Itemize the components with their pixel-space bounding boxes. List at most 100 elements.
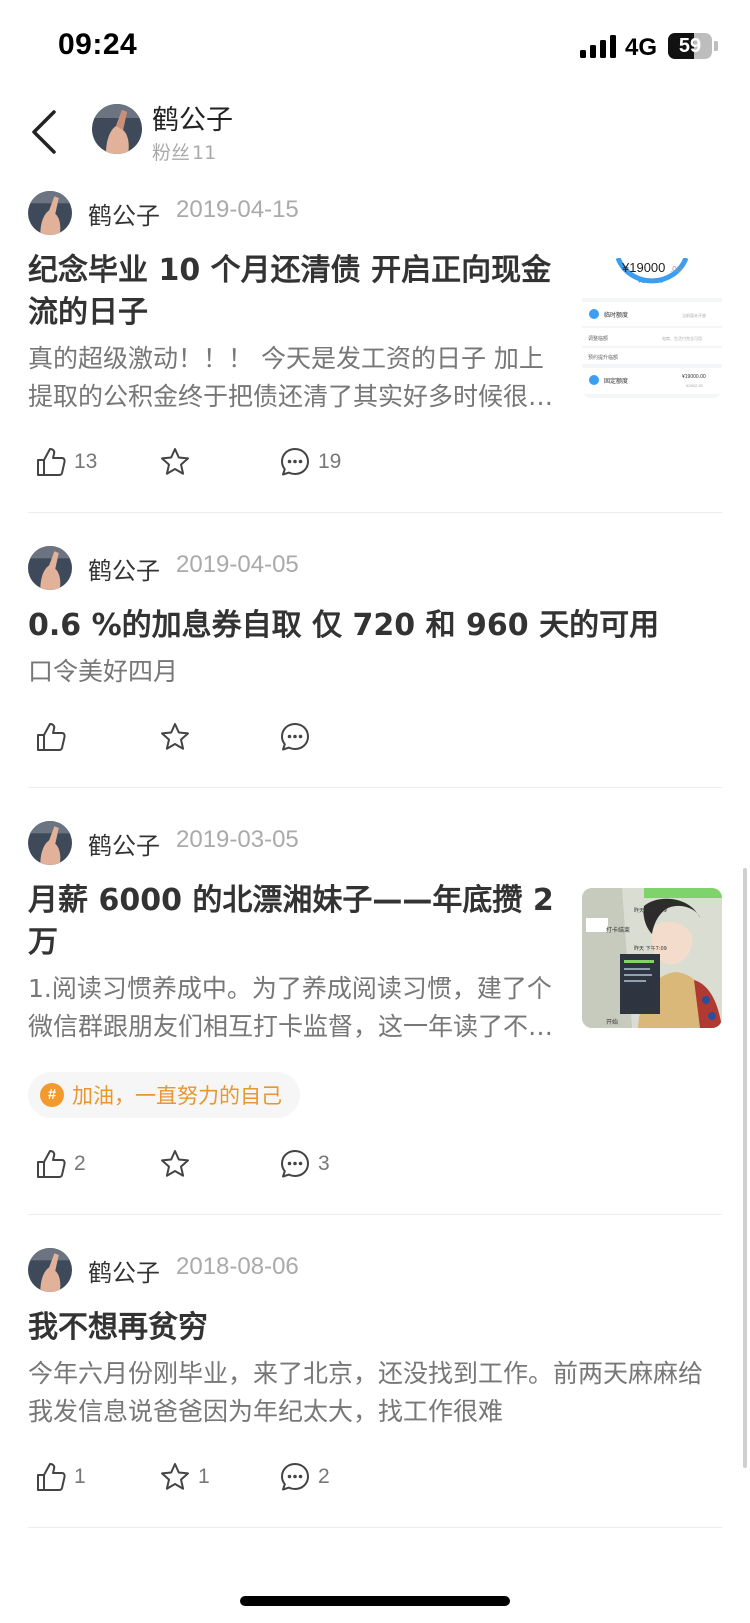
author-avatar[interactable] bbox=[28, 546, 72, 590]
comment-bubble-icon bbox=[281, 1463, 309, 1491]
post-card[interactable]: 鹤公子 2019-04-05 0.6 %的加息券自取 仅 720 和 960 天… bbox=[28, 535, 722, 788]
favorite-button[interactable] bbox=[158, 444, 192, 480]
author-avatar[interactable] bbox=[28, 821, 72, 865]
star-icon bbox=[161, 1150, 189, 1177]
author-name[interactable]: 鹤公子 bbox=[88, 1253, 160, 1288]
post-feed: 鹤公子 2019-04-15 纪念毕业 10 个月还清债 开启正向现金流的日子 … bbox=[0, 180, 750, 1528]
favorite-button[interactable] bbox=[158, 719, 192, 755]
thumb-label-2: 昨天 下午7:09 bbox=[634, 907, 667, 914]
topic-tag[interactable]: # 加油，一直努力的自己 bbox=[28, 1072, 300, 1118]
network-label: 4G bbox=[625, 34, 658, 61]
post-title[interactable]: 0.6 %的加息券自取 仅 720 和 960 天的可用 bbox=[28, 605, 722, 647]
like-button[interactable]: 1 bbox=[34, 1459, 86, 1495]
post-title[interactable]: 纪念毕业 10 个月还清债 开启正向现金流的日子 bbox=[28, 250, 558, 334]
thumb-row-1-right: 当前暂未开放 bbox=[682, 312, 706, 318]
post-header: 鹤公子 2019-04-05 bbox=[28, 535, 722, 605]
star-icon bbox=[161, 723, 189, 750]
comment-count: 3 bbox=[318, 1152, 330, 1175]
thumbs-up-icon bbox=[37, 448, 66, 476]
topic-label: 加油，一直努力的自己 bbox=[72, 1084, 282, 1108]
thumb-amount: ¥19000 bbox=[621, 260, 665, 275]
home-indicator[interactable] bbox=[240, 1596, 510, 1606]
like-button[interactable]: 13 bbox=[34, 444, 97, 480]
thumb-label-3: 昨天 下午7:09 bbox=[634, 945, 667, 952]
post-excerpt[interactable]: 真的超级激动！！！ 今天是发工资的日子 加上提取的公积金终于把债还清了其实好多时… bbox=[28, 340, 558, 416]
post-header: 鹤公子 2019-04-15 bbox=[28, 180, 722, 250]
post-body[interactable]: 月薪 6000 的北漂湘妹子——年底攒 2万 1.阅读习惯养成中。为了养成阅读习… bbox=[28, 880, 722, 1046]
star-icon bbox=[161, 448, 189, 475]
thumbs-up-icon bbox=[37, 1150, 66, 1178]
post-excerpt[interactable]: 口令美好四月 bbox=[28, 653, 722, 691]
thumb-row-4-right: ¥19000.00 bbox=[682, 374, 706, 380]
thumb-label-4: 开始 bbox=[606, 1018, 618, 1026]
post-date: 2019-04-05 bbox=[176, 551, 299, 578]
post-thumbnail[interactable]: 打卡结束 昨天 下午7:09 昨天 下午7:09 开始 bbox=[582, 888, 722, 1028]
thumb-row-4-sub: ¥2802.35 bbox=[686, 383, 703, 388]
signal-icon bbox=[580, 35, 616, 58]
thumbs-up-icon bbox=[37, 1463, 66, 1491]
comment-button[interactable]: 2 bbox=[278, 1459, 330, 1495]
author-name[interactable]: 鹤公子 bbox=[88, 826, 160, 861]
post-card[interactable]: 鹤公子 2019-03-05 月薪 6000 的北漂湘妹子——年底攒 2万 1.… bbox=[28, 810, 722, 1215]
fans-label: 粉丝 bbox=[152, 142, 191, 164]
thumbs-up-icon bbox=[37, 723, 66, 751]
status-time: 09:24 bbox=[58, 28, 138, 61]
thumb-row-1: 临时额度 bbox=[604, 311, 628, 319]
post-title[interactable]: 我不想再贫穷 bbox=[28, 1307, 722, 1349]
post-card[interactable]: 鹤公子 2019-04-15 纪念毕业 10 个月还清债 开启正向现金流的日子 … bbox=[28, 180, 722, 513]
author-name[interactable]: 鹤公子 bbox=[88, 551, 160, 586]
comment-bubble-icon bbox=[281, 1150, 309, 1178]
post-actions: 2 3 bbox=[28, 1118, 722, 1214]
comment-button[interactable]: 19 bbox=[278, 444, 341, 480]
fans-number: 11 bbox=[192, 142, 217, 164]
post-header: 鹤公子 2018-08-06 bbox=[28, 1237, 722, 1307]
author-avatar[interactable] bbox=[28, 191, 72, 235]
post-card[interactable]: 鹤公子 2018-08-06 我不想再贫穷 今年六月份刚毕业，来了北京，还没找到… bbox=[28, 1237, 722, 1528]
profile-name: 鹤公子 bbox=[152, 105, 233, 136]
author-name[interactable]: 鹤公子 bbox=[88, 196, 160, 231]
post-thumbnail[interactable]: ¥19000 .00 ¥2802.35 临时额度 当前暂未开放 调整临额 电商、… bbox=[582, 258, 722, 398]
author-avatar[interactable] bbox=[28, 1248, 72, 1292]
post-header: 鹤公子 2019-03-05 bbox=[28, 810, 722, 880]
like-count: 2 bbox=[74, 1152, 86, 1175]
star-icon bbox=[161, 1463, 189, 1490]
thumb-row-2: 调整临额 bbox=[588, 335, 608, 342]
post-body[interactable]: 我不想再贫穷 今年六月份刚毕业，来了北京，还没找到工作。前两天麻麻给我发信息说爸… bbox=[28, 1307, 722, 1431]
comment-bubble-icon bbox=[281, 448, 309, 476]
post-actions bbox=[28, 691, 722, 787]
comment-button[interactable]: 3 bbox=[278, 1146, 330, 1182]
post-actions: 13 19 bbox=[28, 416, 722, 512]
favorite-count: 1 bbox=[198, 1465, 210, 1488]
thumb-row-2-right: 电商、生活付完全可用 bbox=[662, 335, 702, 341]
thumb-amount-decimals: .00 bbox=[670, 265, 682, 274]
illustration-image: 打卡结束 昨天 下午7:09 昨天 下午7:09 开始 bbox=[582, 888, 722, 1028]
back-button[interactable] bbox=[22, 102, 72, 158]
battery-level: 59 bbox=[678, 35, 702, 57]
fans-count: 粉丝 11 bbox=[152, 138, 218, 165]
credit-screenshot-image: ¥19000 .00 ¥2802.35 临时额度 当前暂未开放 调整临额 电商、… bbox=[582, 258, 722, 398]
like-button[interactable]: 2 bbox=[34, 1146, 86, 1182]
like-button[interactable] bbox=[34, 719, 74, 755]
favorite-button[interactable]: 1 bbox=[158, 1459, 210, 1495]
battery-icon: 59 bbox=[668, 33, 712, 59]
scrollbar[interactable] bbox=[743, 868, 747, 1468]
post-date: 2018-08-06 bbox=[176, 1253, 299, 1280]
hashtag-icon: # bbox=[40, 1083, 64, 1107]
favorite-button[interactable] bbox=[158, 1146, 192, 1182]
thumb-row-3: 预约提升临额 bbox=[588, 354, 618, 361]
post-body[interactable]: 纪念毕业 10 个月还清债 开启正向现金流的日子 真的超级激动！！！ 今天是发工… bbox=[28, 250, 722, 416]
post-excerpt[interactable]: 今年六月份刚毕业，来了北京，还没找到工作。前两天麻麻给我发信息说爸爸因为年纪太大… bbox=[28, 1355, 722, 1431]
post-title[interactable]: 月薪 6000 的北漂湘妹子——年底攒 2万 bbox=[28, 880, 558, 964]
comment-button[interactable] bbox=[278, 719, 318, 755]
comment-count: 2 bbox=[318, 1465, 330, 1488]
like-count: 1 bbox=[74, 1465, 86, 1488]
status-bar: 09:24 4G 59 bbox=[0, 0, 750, 90]
comment-bubble-icon bbox=[281, 723, 309, 751]
post-body[interactable]: 0.6 %的加息券自取 仅 720 和 960 天的可用 口令美好四月 bbox=[28, 605, 722, 691]
profile-header: 鹤公子 粉丝 11 bbox=[0, 90, 750, 180]
post-excerpt[interactable]: 1.阅读习惯养成中。为了养成阅读习惯，建了个微信群跟朋友们相互打卡监督，这一年读… bbox=[28, 970, 558, 1046]
avatar[interactable] bbox=[92, 104, 142, 154]
post-date: 2019-04-15 bbox=[176, 196, 299, 223]
thumb-sub-amount: ¥2802.35 bbox=[638, 279, 664, 285]
like-count: 13 bbox=[74, 450, 98, 473]
